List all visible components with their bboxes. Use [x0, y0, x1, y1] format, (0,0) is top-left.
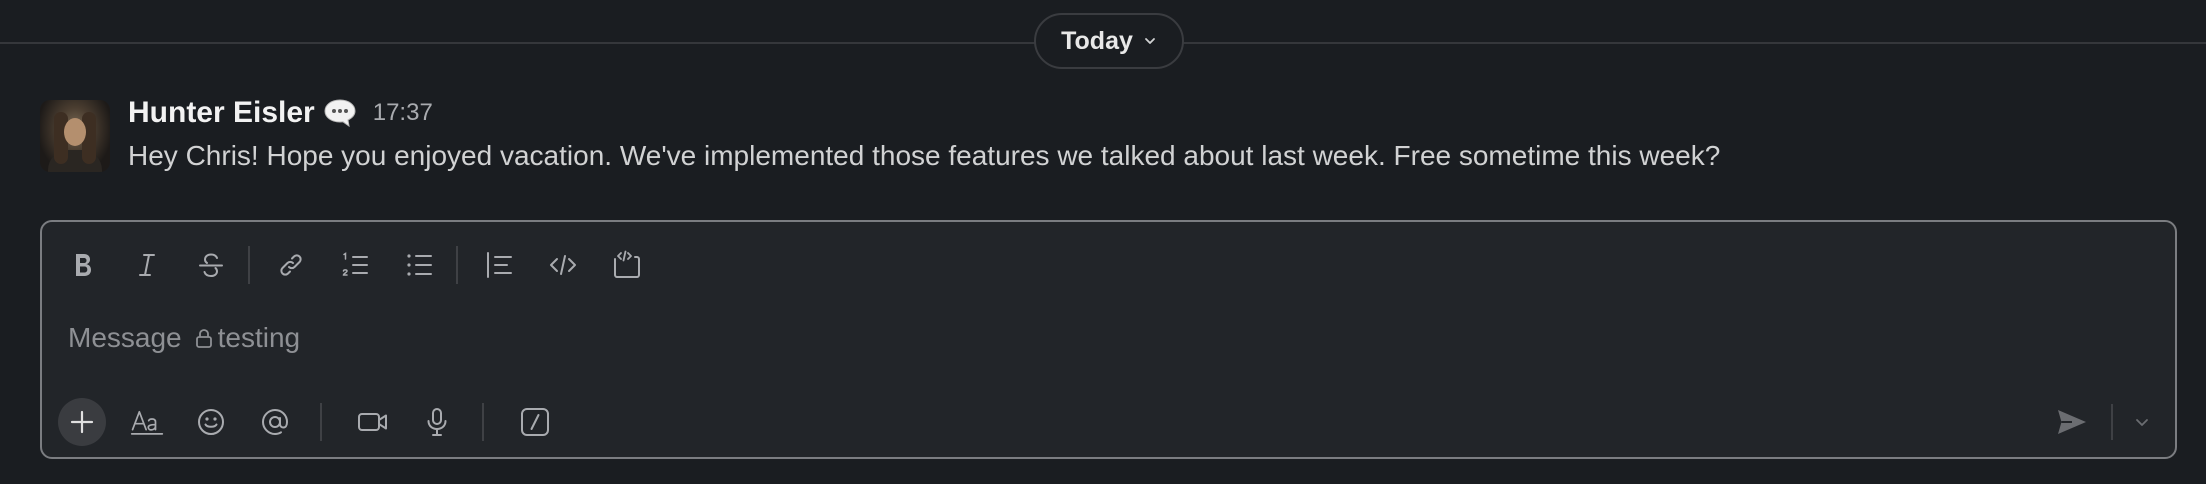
toolbar-separator — [248, 246, 250, 284]
message-composer: Message testing — [40, 220, 2177, 459]
strikethrough-button[interactable] — [188, 242, 234, 288]
numbered-list-icon — [342, 252, 368, 276]
code-button[interactable] — [540, 242, 586, 288]
emoji-button[interactable] — [188, 399, 234, 445]
mention-button[interactable] — [252, 399, 298, 445]
italic-button[interactable] — [124, 242, 170, 288]
microphone-icon — [427, 408, 447, 436]
bulleted-list-button[interactable] — [396, 242, 442, 288]
attach-button[interactable] — [58, 398, 106, 446]
avatar[interactable] — [40, 100, 110, 172]
speech-balloon-icon[interactable] — [323, 98, 357, 128]
channel-name: testing — [217, 322, 301, 353]
code-block-icon — [614, 250, 640, 278]
bold-button[interactable] — [60, 242, 106, 288]
emoji-icon — [198, 409, 224, 435]
shortcuts-button[interactable] — [512, 399, 558, 445]
audio-clip-button[interactable] — [414, 399, 460, 445]
message-header: Hunter Eisler 17:37 — [128, 96, 433, 130]
message-placeholder: Message — [68, 322, 182, 353]
send-separator — [2111, 404, 2113, 440]
code-block-button[interactable] — [604, 242, 650, 288]
message-timestamp[interactable]: 17:37 — [373, 99, 433, 127]
formatting-toggle-button[interactable] — [124, 399, 170, 445]
toolbar-separator — [456, 246, 458, 284]
lock-icon — [195, 329, 212, 348]
message-input[interactable]: Message testing — [68, 322, 300, 354]
message-text: Hey Chris! Hope you enjoyed vacation. We… — [128, 140, 1721, 171]
chevron-down-icon — [1144, 38, 1155, 44]
plus-icon — [70, 410, 94, 434]
code-icon — [550, 255, 576, 275]
blockquote-button[interactable] — [476, 242, 522, 288]
video-icon — [358, 413, 387, 431]
numbered-list-button[interactable] — [332, 242, 378, 288]
send-controls — [2047, 397, 2157, 447]
actions-separator — [320, 403, 322, 441]
day-divider-label: Today — [1061, 26, 1133, 55]
strikethrough-icon — [199, 253, 223, 278]
blockquote-icon — [487, 252, 512, 278]
italic-icon — [139, 254, 155, 276]
mention-icon — [261, 408, 289, 436]
link-icon — [280, 254, 302, 276]
chevron-down-icon — [2136, 419, 2148, 426]
actions-separator — [482, 403, 484, 441]
video-clip-button[interactable] — [350, 399, 396, 445]
send-icon — [2058, 410, 2086, 434]
message-author[interactable]: Hunter Eisler — [128, 96, 315, 130]
day-divider-button[interactable]: Today — [1034, 13, 1184, 69]
bulleted-list-icon — [407, 254, 432, 276]
composer-actions — [58, 397, 576, 447]
bold-icon — [76, 254, 91, 276]
slash-command-icon — [521, 408, 549, 436]
channel-view: Today Hunter Eisler 17:37 Hey Chris! Hop… — [0, 0, 2206, 484]
formatting-aa-icon — [130, 410, 164, 435]
link-button[interactable] — [268, 242, 314, 288]
send-options-button[interactable] — [2127, 399, 2157, 445]
formatting-toolbar — [60, 240, 668, 290]
send-button[interactable] — [2047, 399, 2097, 445]
